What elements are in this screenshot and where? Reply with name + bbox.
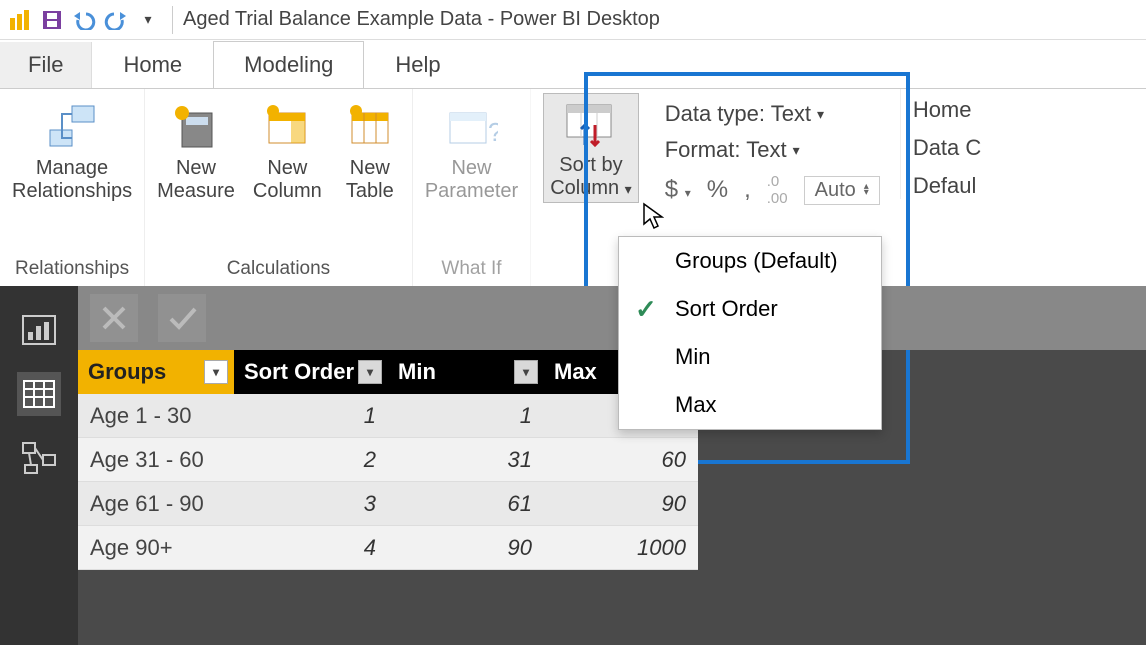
filter-dropdown-icon[interactable]: ▾ (514, 360, 538, 384)
new-column-label: New Column (253, 157, 322, 203)
left-nav (0, 286, 78, 645)
filter-dropdown-icon[interactable]: ▾ (358, 360, 382, 384)
grid-header-row: Groups▾ Sort Order▾ Min▾ Max▾ (78, 350, 698, 394)
title-bar: ▾ Aged Trial Balance Example Data - Powe… (0, 0, 1146, 40)
commit-formula-icon[interactable] (158, 294, 206, 342)
new-measure-button[interactable]: New Measure (157, 93, 235, 203)
cell-max: 60 (544, 438, 698, 482)
ribbon-group-relationships: Manage Relationships Relationships (0, 89, 145, 286)
cell-max: 1000 (544, 526, 698, 570)
cell-min: 1 (388, 394, 544, 438)
save-icon[interactable] (38, 6, 66, 34)
data-type-dropdown[interactable]: Data type: Text ▾ (665, 101, 880, 127)
cell-groups: Age 90+ (78, 526, 234, 570)
ribbon: Manage Relationships Relationships New M… (0, 88, 1146, 286)
new-table-button[interactable]: New Table (340, 93, 400, 203)
data-category-dropdown[interactable]: Data C (913, 135, 981, 161)
svg-text:?: ? (488, 117, 498, 147)
table-row[interactable]: Age 61 - 90 3 61 90 (78, 482, 698, 526)
cell-groups: Age 31 - 60 (78, 438, 234, 482)
sort-by-column-menu: Groups (Default) Sort Order Min Max (618, 236, 882, 430)
sort-option-min[interactable]: Min (619, 333, 881, 381)
tab-home[interactable]: Home (92, 41, 213, 88)
thousands-button[interactable]: , (744, 176, 751, 204)
new-table-icon (340, 99, 400, 155)
sort-option-groups-default[interactable]: Groups (Default) (619, 237, 881, 285)
group-label-relationships: Relationships (15, 258, 129, 286)
decimal-icon: .0.00 (767, 173, 788, 207)
decimal-places-stepper[interactable]: Auto▴▾ (804, 176, 880, 205)
cell-min: 90 (388, 526, 544, 570)
format-properties: Data type: Text ▾ Format: Text ▾ $ ▾ % ,… (657, 93, 888, 207)
manage-relationships-label: Manage Relationships (12, 157, 132, 203)
filter-dropdown-icon[interactable]: ▾ (204, 360, 228, 384)
ribbon-tabs: File Home Modeling Help (0, 40, 1146, 88)
qat-dropdown-icon[interactable]: ▾ (134, 6, 162, 34)
properties-column: Home Data C Defaul (900, 89, 981, 199)
cell-groups: Age 61 - 90 (78, 482, 234, 526)
model-view-icon[interactable] (17, 436, 61, 480)
cell-min: 31 (388, 438, 544, 482)
table-row[interactable]: Age 31 - 60 2 31 60 (78, 438, 698, 482)
new-parameter-icon: ? (442, 99, 502, 155)
cell-sort-order: 4 (234, 526, 388, 570)
redo-icon[interactable] (102, 6, 130, 34)
tab-modeling[interactable]: Modeling (213, 41, 364, 89)
new-parameter-button[interactable]: ? New Parameter (425, 93, 518, 203)
report-view-icon[interactable] (17, 308, 61, 352)
sort-by-column-icon (561, 96, 621, 152)
quick-access-toolbar: ▾ (6, 6, 162, 34)
new-measure-label: New Measure (157, 157, 235, 203)
cell-sort-order: 3 (234, 482, 388, 526)
col-header-sort-order[interactable]: Sort Order▾ (234, 350, 388, 394)
separator (172, 6, 173, 34)
cell-max: 90 (544, 482, 698, 526)
sort-by-column-button[interactable]: Sort by Column ▾ (543, 93, 639, 203)
col-header-min[interactable]: Min▾ (388, 350, 544, 394)
group-label-whatif: What If (441, 258, 501, 286)
new-parameter-label: New Parameter (425, 157, 518, 203)
new-column-button[interactable]: New Column (253, 93, 322, 203)
table-row[interactable]: Age 1 - 30 1 1 (78, 394, 698, 438)
home-table-dropdown[interactable]: Home (913, 97, 981, 123)
manage-relationships-icon (42, 99, 102, 155)
grid-body: Age 1 - 30 1 1 Age 31 - 60 2 31 60 Age 6… (78, 394, 698, 570)
data-grid: Groups▾ Sort Order▾ Min▾ Max▾ Age 1 - 30… (78, 350, 698, 570)
tab-file[interactable]: File (0, 42, 92, 88)
default-summarization-dropdown[interactable]: Defaul (913, 173, 981, 199)
cursor-icon (642, 202, 664, 230)
sort-option-sort-order[interactable]: Sort Order (619, 285, 881, 333)
format-dropdown[interactable]: Format: Text ▾ (665, 137, 880, 163)
app-icon (6, 6, 34, 34)
data-view-icon[interactable] (17, 372, 61, 416)
new-table-label: New Table (346, 157, 394, 203)
col-header-groups[interactable]: Groups▾ (78, 350, 234, 394)
new-column-icon (257, 99, 317, 155)
ribbon-group-whatif: ? New Parameter What If (413, 89, 531, 286)
sort-option-max[interactable]: Max (619, 381, 881, 429)
currency-button[interactable]: $ ▾ (665, 176, 691, 204)
tab-help[interactable]: Help (364, 41, 471, 88)
cell-groups: Age 1 - 30 (78, 394, 234, 438)
table-row[interactable]: Age 90+ 4 90 1000 (78, 526, 698, 570)
manage-relationships-button[interactable]: Manage Relationships (12, 93, 132, 203)
format-symbols: $ ▾ % , .0.00 Auto▴▾ (665, 173, 880, 207)
ribbon-group-calculations: New Measure New Column New Table Calcula… (145, 89, 413, 286)
group-label-calculations: Calculations (227, 258, 331, 286)
window-title: Aged Trial Balance Example Data - Power … (183, 8, 660, 31)
new-measure-icon (166, 99, 226, 155)
sort-by-column-label: Sort by Column ▾ (550, 154, 632, 200)
formula-bar (78, 286, 1146, 350)
percent-button[interactable]: % (707, 176, 728, 204)
cell-sort-order: 2 (234, 438, 388, 482)
cancel-formula-icon[interactable] (90, 294, 138, 342)
cell-sort-order: 1 (234, 394, 388, 438)
cell-min: 61 (388, 482, 544, 526)
undo-icon[interactable] (70, 6, 98, 34)
